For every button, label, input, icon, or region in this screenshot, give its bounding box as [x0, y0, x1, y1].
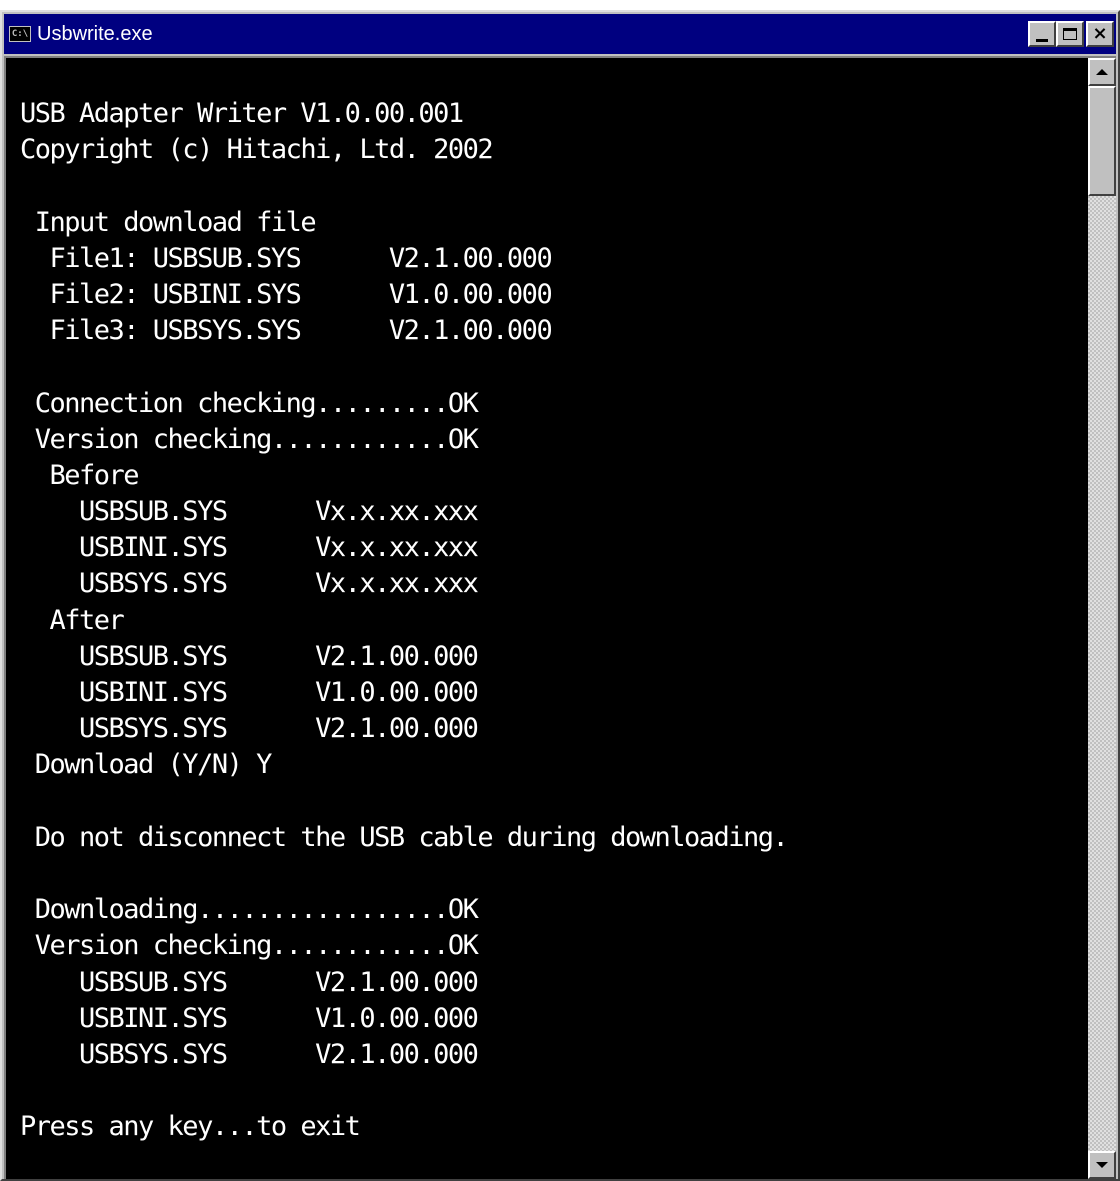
console-line: File3: USBSYS.SYS V2.1.00.000 [20, 315, 553, 347]
console-line: USBINI.SYS V1.0.00.000 [20, 677, 479, 708]
scroll-up-button[interactable] [1088, 58, 1116, 86]
console-line: USBINI.SYS V1.0.00.000 [20, 1002, 479, 1034]
maximize-icon [1063, 28, 1077, 40]
console-line: USB Adapter Writer V1.0.00.001 [20, 98, 464, 129]
console-line: USBSUB.SYS Vx.x.xx.xxx [20, 496, 479, 528]
console-line: USBSUB.SYS V2.1.00.000 [20, 966, 479, 998]
console-line: Before [20, 459, 140, 491]
console-line: USBSYS.SYS V2.1.00.000 [20, 1038, 479, 1070]
vertical-scrollbar[interactable] [1088, 58, 1116, 1179]
console-line: Version checking............OK [20, 423, 479, 455]
console-output[interactable]: USB Adapter Writer V1.0.00.001 Copyright … [6, 58, 1088, 1179]
title-bar[interactable]: C:\ Usbwrite.exe × [4, 14, 1116, 54]
console-line: Connection checking.........OK [20, 387, 479, 419]
close-icon: × [1092, 23, 1108, 44]
window-title: Usbwrite.exe [37, 22, 153, 45]
console-window: C:\ Usbwrite.exe × USB Adapter Writer V1… [0, 10, 1120, 1181]
maximize-button[interactable] [1056, 21, 1084, 47]
console-line: Downloading.................OK [20, 894, 479, 926]
minimize-icon [1036, 38, 1048, 42]
console-line: Download (Y/N) Y [20, 749, 273, 781]
console-line: USBINI.SYS Vx.x.xx.xxx [20, 532, 479, 564]
console-line: Input download file [20, 206, 317, 238]
console-line: Press any key...to exit [20, 1111, 361, 1143]
console-line: File1: USBSUB.SYS V2.1.00.000 [20, 242, 553, 274]
console-line: Do not disconnect the USB cable during d… [20, 821, 789, 853]
console-line: USBSUB.SYS V2.1.00.000 [20, 640, 479, 672]
console-line: USBSYS.SYS V2.1.00.000 [20, 713, 479, 745]
console-line: After [20, 604, 125, 636]
arrow-down-icon [1096, 1162, 1108, 1168]
console-line: USBSYS.SYS Vx.x.xx.xxx [20, 568, 479, 600]
minimize-button[interactable] [1028, 21, 1056, 47]
console-area[interactable]: USB Adapter Writer V1.0.00.001 Copyright … [4, 56, 1116, 1179]
console-line: Copyright (c) Hitachi, Ltd. 2002 [20, 134, 494, 166]
console-line: Version checking............OK [20, 930, 479, 962]
console-line: File2: USBINI.SYS V1.0.00.000 [20, 278, 553, 310]
scroll-down-button[interactable] [1088, 1151, 1116, 1179]
close-button[interactable]: × [1086, 21, 1114, 47]
arrow-up-icon [1096, 69, 1108, 75]
console-app-icon[interactable]: C:\ [9, 26, 31, 42]
scrollbar-thumb[interactable] [1088, 86, 1116, 196]
window-controls: × [1028, 21, 1114, 47]
